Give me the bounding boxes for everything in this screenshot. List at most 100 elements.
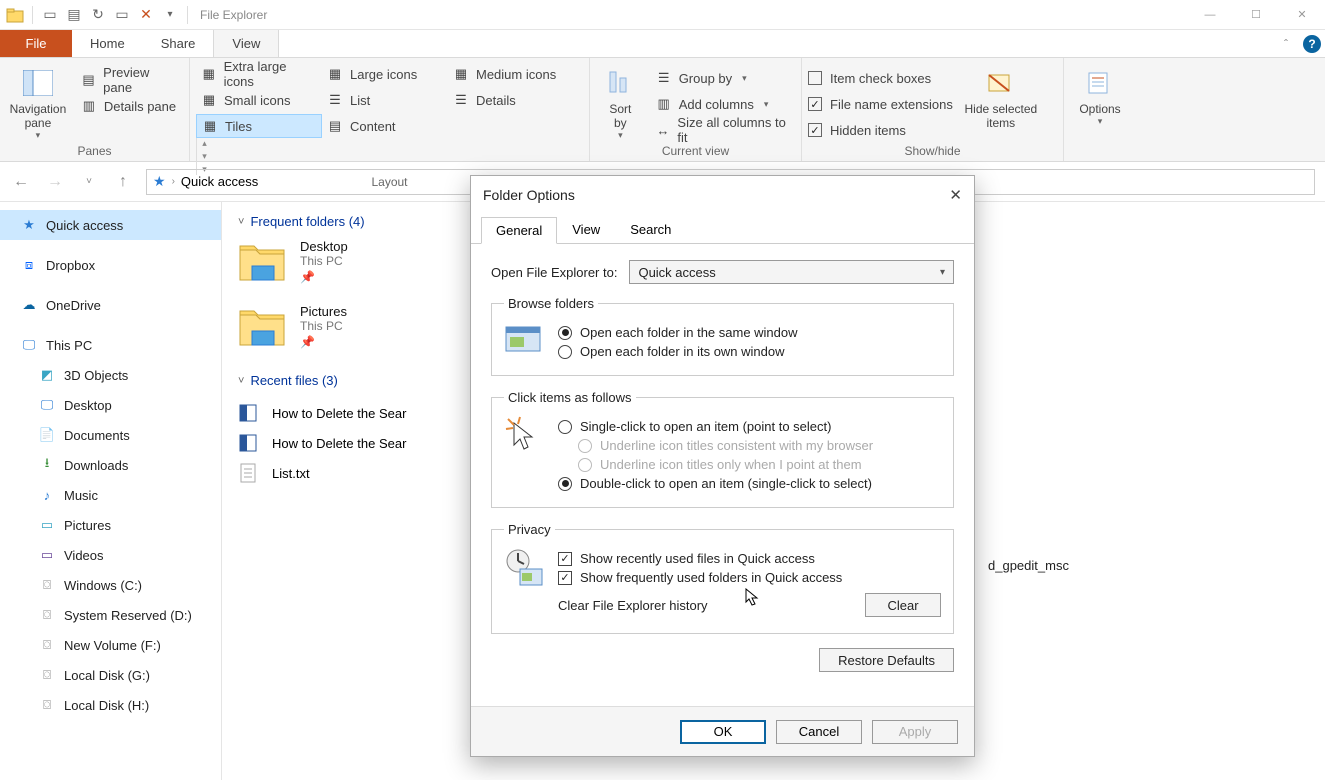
item-check-boxes-toggle[interactable]: Item check boxes	[808, 66, 953, 90]
sidebar-item-downloads[interactable]: ⭳Downloads	[0, 450, 221, 480]
video-icon: ▭	[38, 547, 56, 563]
window-title: File Explorer	[200, 8, 267, 22]
qat-properties-icon[interactable]: ▭	[39, 4, 61, 26]
cancel-button[interactable]: Cancel	[776, 720, 862, 744]
folder-icon	[238, 240, 288, 284]
star-icon: ★	[20, 217, 38, 233]
qat-undo-icon[interactable]: ↻	[87, 4, 109, 26]
sidebar-item-dropbox[interactable]: ⧈Dropbox	[0, 250, 221, 280]
sidebar-item-onedrive[interactable]: ☁OneDrive	[0, 290, 221, 320]
file-explorer-icon[interactable]	[4, 4, 26, 26]
apply-button[interactable]: Apply	[872, 720, 958, 744]
open-file-explorer-to-combo[interactable]: Quick access ▾	[629, 260, 954, 284]
cube-icon: ◩	[38, 367, 56, 383]
click-items-icon	[504, 415, 546, 457]
layout-content-button[interactable]: ▤Content	[322, 114, 448, 138]
sidebar-item-local-disk-h-[interactable]: ⌼Local Disk (H:)	[0, 690, 221, 720]
minimize-button[interactable]: —	[1187, 0, 1233, 30]
sort-by-button[interactable]: Sort by ▾	[596, 62, 645, 141]
maximize-button[interactable]: ☐	[1233, 0, 1279, 30]
drive-icon: ⌼	[38, 667, 56, 683]
navigation-pane-button[interactable]: Navigation pane ▾	[6, 62, 70, 141]
tab-general[interactable]: General	[481, 217, 557, 244]
qat-redo-icon[interactable]: ▭	[111, 4, 133, 26]
sidebar-item-system-reserved-d-[interactable]: ⌼System Reserved (D:)	[0, 600, 221, 630]
hidden-items-toggle[interactable]: ✓Hidden items	[808, 118, 953, 142]
ribbon-tabs: File Home Share View ˆ ?	[0, 30, 1325, 58]
size-all-columns-button[interactable]: ↔Size all columns to fit	[651, 118, 795, 142]
file-tab[interactable]: File	[0, 30, 72, 57]
sidebar-item-documents[interactable]: 📄Documents	[0, 420, 221, 450]
tile-pictures[interactable]: PicturesThis PC📌	[238, 304, 438, 349]
dialog-close-button[interactable]: ✕	[932, 186, 962, 204]
ok-button[interactable]: OK	[680, 720, 766, 744]
dialog-tabs: General View Search	[471, 214, 974, 244]
collapse-ribbon-icon[interactable]: ˆ	[1273, 30, 1299, 57]
options-button[interactable]: Options ▾	[1070, 62, 1130, 127]
music-icon: ♪	[38, 487, 56, 503]
sidebar-item-music[interactable]: ♪Music	[0, 480, 221, 510]
show-recent-files-checkbox[interactable]: Show recently used files in Quick access	[558, 551, 941, 566]
group-by-button[interactable]: ☰Group by▾	[651, 66, 795, 90]
dialog-title: Folder Options	[483, 187, 575, 203]
view-tab[interactable]: View	[213, 30, 279, 57]
layout-small-button[interactable]: ▦Small icons	[196, 88, 322, 112]
forward-button[interactable]: →	[44, 173, 66, 191]
tab-search[interactable]: Search	[615, 216, 686, 243]
preview-pane-button[interactable]: ▤Preview pane	[76, 68, 183, 92]
single-click-radio[interactable]: Single-click to open an item (point to s…	[558, 419, 941, 434]
close-button[interactable]: ✕	[1279, 0, 1325, 30]
folder-options-dialog: Folder Options ✕ General View Search Ope…	[470, 175, 975, 757]
layout-extra-large-button[interactable]: ▦Extra large icons	[196, 62, 322, 86]
layout-list-button[interactable]: ☰List	[322, 88, 448, 112]
sidebar-item-new-volume-f-[interactable]: ⌼New Volume (F:)	[0, 630, 221, 660]
sidebar-item-windows-c-[interactable]: ⌼Windows (C:)	[0, 570, 221, 600]
cloud-icon: ☁	[20, 297, 38, 313]
restore-defaults-button[interactable]: Restore Defaults	[819, 648, 954, 672]
desktop-icon: 🖵	[38, 397, 56, 413]
sidebar: ★Quick access ⧈Dropbox ☁OneDrive 🖵This PC◩3…	[0, 202, 222, 780]
sidebar-item-this-pc[interactable]: 🖵This PC	[0, 330, 221, 360]
tab-view[interactable]: View	[557, 216, 615, 243]
clear-button[interactable]: Clear	[865, 593, 941, 617]
recent-locations-icon[interactable]: ˅	[78, 176, 100, 187]
details-pane-button[interactable]: ▥Details pane	[76, 94, 183, 118]
layout-medium-button[interactable]: ▦Medium icons	[448, 62, 574, 86]
layout-details-button[interactable]: ☰Details	[448, 88, 574, 112]
show-frequent-folders-checkbox[interactable]: Show frequently used folders in Quick ac…	[558, 570, 941, 585]
qat-delete-icon[interactable]: ✕	[135, 4, 157, 26]
sidebar-item-pictures[interactable]: ▭Pictures	[0, 510, 221, 540]
double-click-radio[interactable]: Double-click to open an item (single-cli…	[558, 476, 941, 491]
share-tab[interactable]: Share	[143, 30, 214, 57]
sidebar-item-local-disk-g-[interactable]: ⌼Local Disk (G:)	[0, 660, 221, 690]
qat-more-icon[interactable]: ▾	[159, 4, 181, 26]
sidebar-item-3d-objects[interactable]: ◩3D Objects	[0, 360, 221, 390]
layout-large-button[interactable]: ▦Large icons	[322, 62, 448, 86]
drive-icon: ⌼	[38, 577, 56, 593]
hide-selected-items-button[interactable]: Hide selected items	[959, 62, 1043, 130]
sidebar-item-videos[interactable]: ▭Videos	[0, 540, 221, 570]
cursor-icon	[745, 588, 761, 608]
file-name-extensions-toggle[interactable]: ✓File name extensions	[808, 92, 953, 116]
drive-icon: ⌼	[38, 697, 56, 713]
layout-scroll-down-icon[interactable]: ▾	[202, 151, 207, 162]
layout-scroll-up-icon[interactable]: ▴	[202, 138, 207, 149]
sidebar-item-quick-access[interactable]: ★Quick access	[0, 210, 221, 240]
drive-icon: ⌼	[38, 607, 56, 623]
drive-icon: ⌼	[38, 637, 56, 653]
own-window-radio[interactable]: Open each folder in its own window	[558, 344, 941, 359]
add-columns-button[interactable]: ▥Add columns▾	[651, 92, 795, 116]
open-file-explorer-to-label: Open File Explorer to:	[491, 265, 617, 280]
layout-tiles-button[interactable]: ▦Tiles	[196, 114, 322, 138]
privacy-icon	[504, 547, 546, 589]
browse-folders-icon	[504, 321, 546, 363]
back-button[interactable]: ←	[10, 173, 32, 191]
up-button[interactable]: ↑	[112, 173, 134, 191]
same-window-radio[interactable]: Open each folder in the same window	[558, 325, 941, 340]
home-tab[interactable]: Home	[72, 30, 143, 57]
help-button[interactable]: ?	[1299, 30, 1325, 57]
qat-newfolder-icon[interactable]: ▤	[63, 4, 85, 26]
sidebar-item-desktop[interactable]: 🖵Desktop	[0, 390, 221, 420]
tile-desktop[interactable]: DesktopThis PC📌	[238, 239, 438, 284]
folder-icon	[238, 305, 288, 349]
